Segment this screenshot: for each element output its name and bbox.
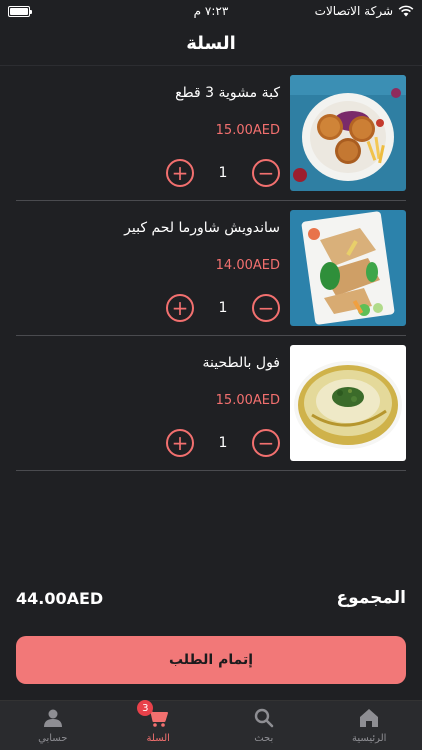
decrease-quantity-button[interactable]: − <box>252 294 280 322</box>
tab-home[interactable]: الرئيسية <box>317 701 422 750</box>
carrier-name: شركة الاتصالات <box>314 4 393 18</box>
item-name: ساندويش شاورما لحم كبير <box>124 220 280 236</box>
wifi-icon <box>398 5 414 17</box>
cart-item: ساندويش شاورما لحم كبير 14.00AED − 1 + <box>16 201 406 336</box>
minus-icon: − <box>257 296 275 320</box>
status-right: شركة الاتصالات <box>315 4 414 18</box>
plus-icon: + <box>171 431 189 455</box>
item-price: 15.00AED <box>215 122 280 138</box>
tab-search[interactable]: بحث <box>211 701 317 750</box>
item-info: كبة مشوية 3 قطع 15.00AED − 1 + <box>16 75 280 191</box>
cart-icon-wrapper: 3 <box>137 700 169 729</box>
checkout-button[interactable]: إتمام الطلب <box>16 636 406 684</box>
quantity-value: 1 <box>218 435 228 451</box>
tab-bar: حسابي 3 السلة بحث الرئيسية <box>0 700 422 750</box>
tab-label: الرئيسية <box>352 733 387 744</box>
minus-icon: − <box>257 431 275 455</box>
tab-label: حسابي <box>38 733 68 744</box>
quantity-stepper: − 1 + <box>166 429 280 457</box>
plus-icon: + <box>171 161 189 185</box>
total-row: 44.00AED المجموع <box>16 588 406 608</box>
total-value: 44.00AED <box>16 588 104 608</box>
item-info: ساندويش شاورما لحم كبير 14.00AED − 1 + <box>16 210 280 326</box>
tab-cart[interactable]: 3 السلة <box>106 700 212 750</box>
quantity-value: 1 <box>218 165 228 181</box>
search-icon <box>254 708 274 728</box>
fried-kibbeh-plate-image[interactable] <box>290 75 406 191</box>
item-name: كبة مشوية 3 قطع <box>175 85 280 101</box>
item-info: فول بالطحينة 15.00AED − 1 + <box>16 345 280 461</box>
decrease-quantity-button[interactable]: − <box>252 429 280 457</box>
cart-list: كبة مشوية 3 قطع 15.00AED − 1 + ساندويش ش… <box>16 66 406 471</box>
increase-quantity-button[interactable]: + <box>166 429 194 457</box>
total-label: المجموع <box>336 588 406 608</box>
item-name: فول بالطحينة <box>202 355 280 371</box>
minus-icon: − <box>257 161 275 185</box>
quantity-stepper: − 1 + <box>166 159 280 187</box>
status-bar: ٧:٢٣ م شركة الاتصالات <box>0 0 422 22</box>
quantity-stepper: − 1 + <box>166 294 280 322</box>
foul-with-tahini-bowl-image[interactable] <box>290 345 406 461</box>
cart-item: كبة مشوية 3 قطع 15.00AED − 1 + <box>16 66 406 201</box>
quantity-value: 1 <box>218 300 228 316</box>
status-left <box>8 5 32 17</box>
shawarma-sandwich-plate-image[interactable] <box>290 210 406 326</box>
increase-quantity-button[interactable]: + <box>166 159 194 187</box>
status-time: ٧:٢٣ م <box>193 4 229 18</box>
increase-quantity-button[interactable]: + <box>166 294 194 322</box>
profile-icon <box>43 709 62 727</box>
checkout-button-label: إتمام الطلب <box>168 652 254 668</box>
item-price: 15.00AED <box>215 392 280 408</box>
tab-profile[interactable]: حسابي <box>0 701 106 750</box>
tab-label: السلة <box>146 733 170 744</box>
item-price: 14.00AED <box>215 257 280 273</box>
page-title: السلة <box>186 33 236 54</box>
tab-label: بحث <box>254 733 274 744</box>
battery-icon <box>8 5 32 17</box>
home-icon <box>360 709 379 727</box>
cart-item: فول بالطحينة 15.00AED − 1 + <box>16 336 406 471</box>
decrease-quantity-button[interactable]: − <box>252 159 280 187</box>
plus-icon: + <box>171 296 189 320</box>
header: السلة <box>0 22 422 66</box>
